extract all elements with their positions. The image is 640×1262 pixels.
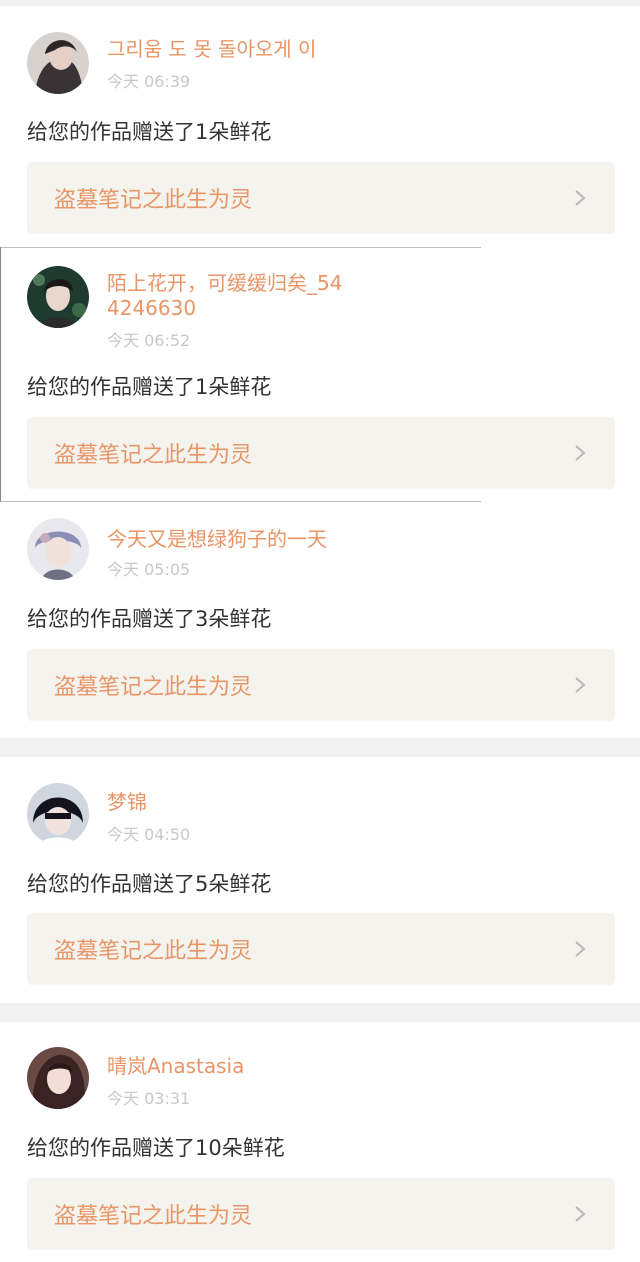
divider [0, 247, 481, 248]
work-link[interactable]: 盗墓笔记之此生为灵 [27, 162, 615, 234]
timestamp: 今天 06:52 [107, 331, 191, 350]
timestamp: 今天 06:39 [107, 72, 191, 91]
user-avatar[interactable] [27, 266, 89, 328]
user-name[interactable]: 그리움 도 못 돌아오게 이 [107, 37, 347, 62]
gift-message: 给您的作品赠送了1朵鲜花 [27, 120, 272, 144]
feed-item: 陌上花开，可缓缓归矣_544246630 今天 06:52 给您的作品赠送了1朵… [0, 247, 640, 502]
work-link[interactable]: 盗墓笔记之此生为灵 [27, 1178, 615, 1250]
user-avatar[interactable] [27, 1047, 89, 1109]
work-title: 盗墓笔记之此生为灵 [54, 188, 253, 213]
feed-item: 梦锦 今天 04:50 给您的作品赠送了5朵鲜花 盗墓笔记之此生为灵 [0, 757, 640, 1003]
work-link[interactable]: 盗墓笔记之此生为灵 [27, 649, 615, 721]
work-link[interactable]: 盗墓笔记之此生为灵 [27, 913, 615, 985]
gift-message: 给您的作品赠送了5朵鲜花 [27, 872, 272, 896]
user-name[interactable]: 梦锦 [107, 790, 347, 815]
work-link[interactable]: 盗墓笔记之此生为灵 [27, 417, 615, 489]
work-title: 盗墓笔记之此生为灵 [54, 939, 253, 964]
gift-message: 给您的作品赠送了1朵鲜花 [27, 375, 272, 399]
feed-item: 晴岚Anastasia 今天 03:31 给您的作品赠送了10朵鲜花 盗墓笔记之… [0, 1022, 640, 1262]
chevron-right-icon [575, 445, 586, 461]
work-title: 盗墓笔记之此生为灵 [54, 675, 253, 700]
timestamp: 今天 03:31 [107, 1089, 191, 1108]
work-title: 盗墓笔记之此生为灵 [54, 1204, 253, 1229]
timestamp: 今天 05:05 [107, 560, 191, 579]
user-name[interactable]: 晴岚Anastasia [107, 1054, 347, 1079]
timestamp: 今天 04:50 [107, 825, 191, 844]
chevron-right-icon [575, 941, 586, 957]
chevron-right-icon [575, 1206, 586, 1222]
feed-item: 그리움 도 못 돌아오게 이 今天 06:39 给您的作品赠送了1朵鲜花 盗墓笔… [0, 6, 640, 247]
feed-item: 今天又是想绿狗子的一天 今天 05:05 给您的作品赠送了3朵鲜花 盗墓笔记之此… [0, 502, 640, 738]
gift-message: 给您的作品赠送了3朵鲜花 [27, 607, 272, 631]
work-title: 盗墓笔记之此生为灵 [54, 443, 253, 468]
user-name[interactable]: 今天又是想绿狗子的一天 [107, 527, 347, 552]
user-name[interactable]: 陌上花开，可缓缓归矣_544246630 [107, 271, 347, 321]
chevron-right-icon [575, 190, 586, 206]
user-avatar[interactable] [27, 783, 89, 845]
gift-message: 给您的作品赠送了10朵鲜花 [27, 1136, 285, 1160]
user-avatar[interactable] [27, 518, 89, 580]
divider [0, 247, 1, 502]
user-avatar[interactable] [27, 32, 89, 94]
chevron-right-icon [575, 677, 586, 693]
